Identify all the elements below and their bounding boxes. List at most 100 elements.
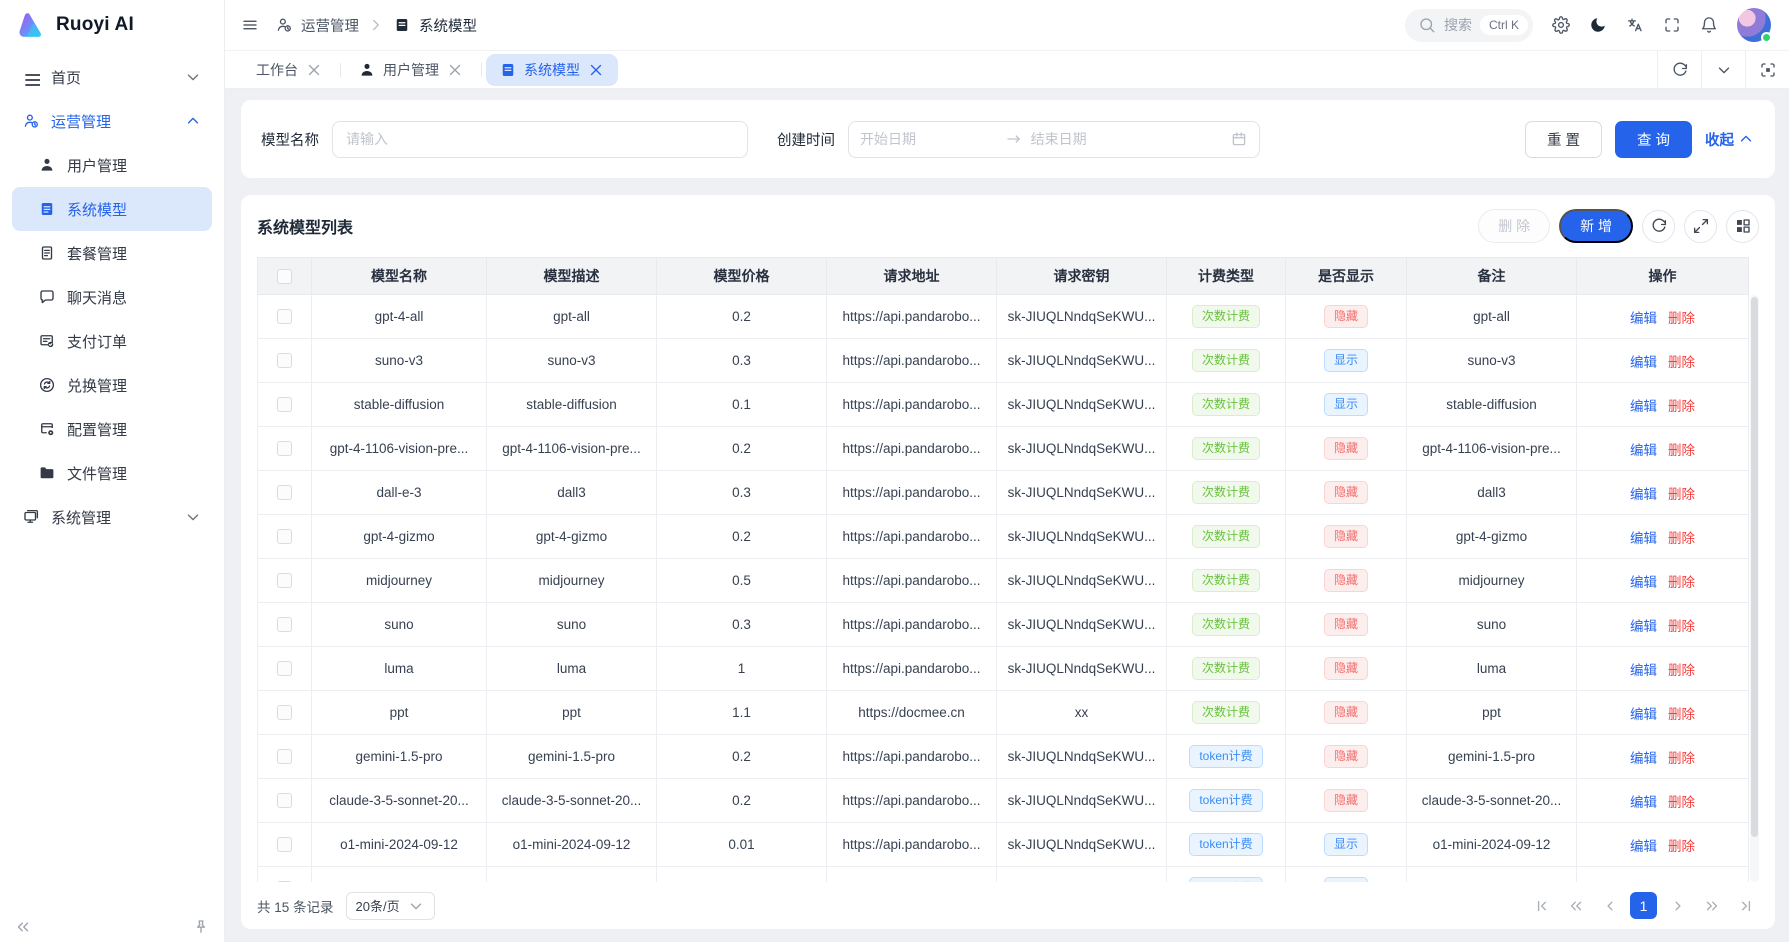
delete-link[interactable]: 删除 bbox=[1668, 575, 1695, 590]
delete-link[interactable]: 删除 bbox=[1668, 795, 1695, 810]
row-checkbox[interactable] bbox=[277, 485, 292, 500]
close-icon[interactable] bbox=[305, 61, 323, 79]
tab-system-models[interactable]: 系统模型 bbox=[486, 54, 618, 86]
select-all-checkbox[interactable] bbox=[277, 269, 292, 284]
notifications-button[interactable] bbox=[1700, 16, 1718, 34]
collapse-filter-link[interactable]: 收起 bbox=[1705, 129, 1755, 150]
delete-link[interactable]: 删除 bbox=[1668, 399, 1695, 414]
next-page-button[interactable] bbox=[1664, 892, 1691, 919]
edit-link[interactable]: 编辑 bbox=[1630, 443, 1657, 458]
batch-delete-button[interactable]: 删 除 bbox=[1478, 209, 1550, 243]
row-checkbox[interactable] bbox=[277, 881, 292, 882]
delete-link[interactable]: 删除 bbox=[1668, 311, 1695, 326]
edit-link[interactable]: 编辑 bbox=[1630, 487, 1657, 502]
language-switch-button[interactable] bbox=[1626, 16, 1644, 34]
page-number-current[interactable]: 1 bbox=[1630, 892, 1657, 919]
page-size-select[interactable]: 20条/页 bbox=[346, 892, 435, 920]
breadcrumb-system-models[interactable]: 系统模型 bbox=[393, 15, 477, 36]
next-5-pages-button[interactable] bbox=[1698, 892, 1725, 919]
edit-link[interactable]: 编辑 bbox=[1630, 575, 1657, 590]
row-checkbox[interactable] bbox=[277, 661, 292, 676]
brand[interactable]: Ruoyi AI bbox=[0, 0, 224, 50]
delete-link[interactable]: 删除 bbox=[1668, 707, 1695, 722]
delete-link[interactable]: 删除 bbox=[1668, 751, 1695, 766]
sidebar-item-system-models[interactable]: 系统模型 bbox=[12, 187, 212, 231]
pin-icon[interactable] bbox=[192, 918, 210, 936]
user-avatar[interactable] bbox=[1737, 8, 1771, 42]
edit-link[interactable]: 编辑 bbox=[1630, 355, 1657, 370]
dark-mode-toggle[interactable] bbox=[1589, 16, 1607, 34]
request-key-cell: sk-JIUQLNndqSeKWU... bbox=[997, 383, 1167, 427]
chevrons-right-bar-icon bbox=[1737, 897, 1755, 915]
fullscreen-button[interactable] bbox=[1663, 16, 1681, 34]
row-checkbox[interactable] bbox=[277, 793, 292, 808]
date-range-picker[interactable]: 开始日期 结束日期 bbox=[848, 121, 1260, 158]
row-checkbox[interactable] bbox=[277, 573, 292, 588]
row-checkbox[interactable] bbox=[277, 397, 292, 412]
delete-link[interactable]: 删除 bbox=[1668, 443, 1695, 458]
column-settings-button[interactable] bbox=[1726, 210, 1759, 243]
row-checkbox[interactable] bbox=[277, 529, 292, 544]
edit-link[interactable]: 编辑 bbox=[1630, 663, 1657, 678]
sidebar-item-label: 聊天消息 bbox=[67, 287, 127, 308]
sidebar-item-chat-messages[interactable]: 聊天消息 bbox=[12, 275, 212, 319]
row-checkbox[interactable] bbox=[277, 837, 292, 852]
edit-link[interactable]: 编辑 bbox=[1630, 707, 1657, 722]
model-name-input[interactable] bbox=[332, 121, 748, 158]
query-button[interactable]: 查 询 bbox=[1615, 121, 1692, 158]
row-checkbox[interactable] bbox=[277, 353, 292, 368]
tab-workbench[interactable]: 工作台 bbox=[243, 54, 336, 86]
delete-link[interactable]: 删除 bbox=[1668, 839, 1695, 854]
sidebar-item-system-management[interactable]: 系统管理 bbox=[12, 495, 212, 539]
delete-link[interactable]: 删除 bbox=[1668, 619, 1695, 634]
row-checkbox[interactable] bbox=[277, 441, 292, 456]
sidebar-item-exchange-management[interactable]: 兑换管理 bbox=[12, 363, 212, 407]
refresh-table-button[interactable] bbox=[1642, 210, 1675, 243]
sidebar-item-config-management[interactable]: 配置管理 bbox=[12, 407, 212, 451]
table-scrollbar-thumb[interactable] bbox=[1751, 297, 1758, 837]
delete-link[interactable]: 删除 bbox=[1668, 531, 1695, 546]
prev-page-button[interactable] bbox=[1596, 892, 1623, 919]
row-checkbox[interactable] bbox=[277, 309, 292, 324]
tab-list-dropdown-button[interactable] bbox=[1701, 51, 1745, 88]
prev-5-pages-button[interactable] bbox=[1562, 892, 1589, 919]
row-checkbox[interactable] bbox=[277, 705, 292, 720]
delete-link[interactable]: 删除 bbox=[1668, 355, 1695, 370]
remark-cell: gpt-4-gizmo bbox=[1407, 515, 1577, 559]
tab-user-management[interactable]: 用户管理 bbox=[345, 54, 477, 86]
chevrons-left-bar-icon bbox=[1533, 897, 1551, 915]
first-page-button[interactable] bbox=[1528, 892, 1555, 919]
last-page-button[interactable] bbox=[1732, 892, 1759, 919]
edit-link[interactable]: 编辑 bbox=[1630, 795, 1657, 810]
close-icon[interactable] bbox=[587, 61, 605, 79]
close-icon[interactable] bbox=[446, 61, 464, 79]
edit-link[interactable]: 编辑 bbox=[1630, 531, 1657, 546]
edit-link[interactable]: 编辑 bbox=[1630, 839, 1657, 854]
global-search[interactable]: 搜索 Ctrl K bbox=[1405, 9, 1533, 42]
reset-button[interactable]: 重 置 bbox=[1525, 121, 1602, 158]
request-key-cell: sk-JIUQLNndqSeKWU... bbox=[997, 339, 1167, 383]
settings-button[interactable] bbox=[1552, 16, 1570, 34]
sidebar-item-file-management[interactable]: 文件管理 bbox=[12, 451, 212, 495]
delete-link[interactable]: 删除 bbox=[1668, 487, 1695, 502]
row-checkbox[interactable] bbox=[277, 749, 292, 764]
edit-link[interactable]: 编辑 bbox=[1630, 751, 1657, 766]
breadcrumb-operations[interactable]: 运营管理 bbox=[275, 15, 359, 36]
edit-link[interactable]: 编辑 bbox=[1630, 311, 1657, 326]
sidebar-item-package-management[interactable]: 套餐管理 bbox=[12, 231, 212, 275]
request-key-cell: sk-JIUQLNndqSeKWU... bbox=[997, 427, 1167, 471]
edit-link[interactable]: 编辑 bbox=[1630, 399, 1657, 414]
refresh-tab-button[interactable] bbox=[1657, 51, 1701, 88]
expand-table-button[interactable] bbox=[1684, 210, 1717, 243]
delete-link[interactable]: 删除 bbox=[1668, 663, 1695, 678]
sidebar-item-operations[interactable]: 运营管理 bbox=[12, 99, 212, 143]
content-fullscreen-button[interactable] bbox=[1745, 51, 1789, 88]
sidebar-item-payment-orders[interactable]: 支付订单 bbox=[12, 319, 212, 363]
edit-link[interactable]: 编辑 bbox=[1630, 619, 1657, 634]
hamburger-icon[interactable] bbox=[241, 16, 259, 34]
sidebar-item-user-management[interactable]: 用户管理 bbox=[12, 143, 212, 187]
row-checkbox[interactable] bbox=[277, 617, 292, 632]
collapse-sidebar-icon[interactable] bbox=[14, 918, 32, 936]
sidebar-item-home[interactable]: 首页 bbox=[12, 55, 212, 99]
add-button[interactable]: 新 增 bbox=[1559, 209, 1633, 243]
